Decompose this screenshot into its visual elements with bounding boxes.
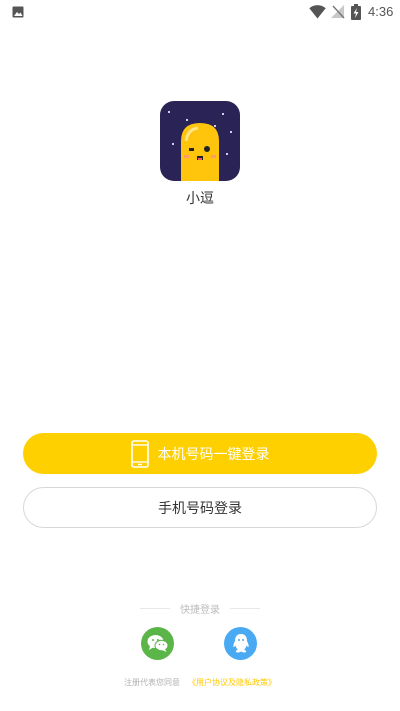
wechat-login-button[interactable] [141, 627, 174, 660]
phone-login-button[interactable]: 手机号码登录 [23, 487, 377, 528]
agreement-notice: 注册代表您同意 《用户协议及隐私政策》 [0, 677, 400, 688]
divider-line-left [140, 607, 170, 609]
agreement-text: 注册代表您同意 [124, 678, 180, 687]
status-bar: 4:36 [0, 0, 400, 24]
divider-line-right [230, 607, 260, 609]
qq-icon [232, 633, 249, 653]
wifi-icon [309, 5, 326, 19]
quick-login-divider: 快捷登录 [0, 600, 400, 616]
wechat-icon [147, 635, 168, 652]
battery-charging-icon [351, 4, 361, 20]
quick-login-label: 快捷登录 [180, 604, 220, 616]
signal-icon [331, 5, 345, 19]
app-logo [160, 101, 240, 181]
one-click-login-button[interactable]: 本机号码一键登录 [23, 433, 377, 474]
status-time: 4:36 [368, 4, 394, 19]
gallery-icon [12, 6, 24, 18]
smiling-bean-logo [160, 101, 240, 181]
phone-icon [130, 439, 149, 468]
app-name: 小逗 [186, 191, 214, 207]
phone-login-label: 手机号码登录 [158, 500, 242, 517]
one-click-login-label: 本机号码一键登录 [157, 446, 270, 463]
qq-login-button[interactable] [224, 627, 257, 660]
user-agreement-link[interactable]: 《用户协议及隐私政策》 [188, 678, 276, 687]
